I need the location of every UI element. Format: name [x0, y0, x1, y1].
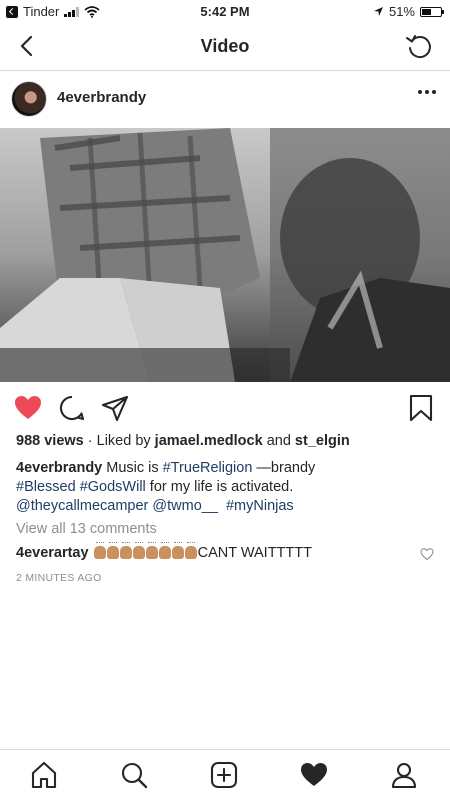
- post-header: 4everbrandy: [0, 72, 450, 128]
- nav-header: Video: [0, 24, 450, 71]
- post-caption: 4everbrandy Music is #TrueReligion —bran…: [16, 459, 434, 516]
- bottom-tab-bar: [0, 749, 450, 800]
- and-text: and: [262, 433, 295, 449]
- bookmark-icon[interactable]: [406, 393, 436, 423]
- caption-space: [218, 498, 226, 514]
- view-all-comments-link[interactable]: View all 13 comments: [16, 521, 157, 537]
- view-count[interactable]: 988 views: [16, 433, 84, 449]
- refresh-icon[interactable]: [404, 32, 434, 62]
- paper-plane-icon[interactable]: [100, 393, 130, 423]
- video-frame: [0, 128, 450, 382]
- mention[interactable]: @theycallmecamper: [16, 498, 148, 514]
- raised-hands-emoji: [119, 542, 132, 559]
- raised-hands-emoji: [132, 542, 145, 559]
- more-options-icon[interactable]: [418, 90, 436, 94]
- battery-icon: [420, 6, 444, 17]
- status-bar: Tinder 5:42 PM 51%: [0, 0, 450, 24]
- caption-text: Music is: [102, 460, 163, 476]
- comment-row: 4everartay CANT WAITTTTT: [16, 542, 312, 561]
- hashtag[interactable]: #Blessed: [16, 479, 76, 495]
- hashtag[interactable]: #TrueReligion: [163, 460, 253, 476]
- add-post-icon[interactable]: [209, 760, 239, 790]
- comment-text: CANT WAITTTTT: [197, 545, 312, 561]
- status-right: 51%: [373, 4, 444, 19]
- mention[interactable]: @twmo__: [152, 498, 218, 514]
- avatar[interactable]: [11, 81, 47, 117]
- heart-filled-icon[interactable]: [299, 760, 329, 790]
- comment-username[interactable]: 4everartay: [16, 545, 89, 561]
- location-icon: [373, 7, 383, 16]
- search-icon[interactable]: [119, 760, 149, 790]
- raised-hands-emoji: [171, 542, 184, 559]
- raised-hands-emoji-group: [93, 542, 197, 559]
- battery-percent: 51%: [388, 4, 415, 19]
- separator: ·: [83, 433, 97, 449]
- post-timestamp: 2 MINUTES AGO: [16, 572, 102, 584]
- heart-filled-icon[interactable]: [13, 393, 43, 423]
- post-actions: [0, 390, 450, 426]
- raised-hands-emoji: [158, 542, 171, 559]
- raised-hands-emoji: [106, 542, 119, 559]
- liked-by-prefix: Liked by: [96, 433, 155, 449]
- hashtag[interactable]: #myNinjas: [226, 498, 294, 514]
- home-icon[interactable]: [29, 760, 59, 790]
- post-username[interactable]: 4everbrandy: [57, 89, 146, 106]
- comment-icon[interactable]: [57, 393, 87, 423]
- caption-text: for my life is activated.: [145, 479, 294, 495]
- post-video[interactable]: [0, 128, 450, 382]
- page-title: Video: [200, 36, 250, 56]
- liker-username[interactable]: st_elgin: [295, 433, 350, 449]
- hashtag[interactable]: #GodsWill: [80, 479, 146, 495]
- caption-text: —brandy: [252, 460, 316, 476]
- raised-hands-emoji: [184, 542, 197, 559]
- raised-hands-emoji: [93, 542, 106, 559]
- likes-line: 988 views · Liked by jamael.medlock and …: [16, 433, 350, 449]
- heart-outline-icon[interactable]: [420, 547, 434, 561]
- liker-username[interactable]: jamael.medlock: [155, 433, 263, 449]
- profile-icon[interactable]: [389, 760, 419, 790]
- caption-username[interactable]: 4everbrandy: [16, 460, 102, 476]
- raised-hands-emoji: [145, 542, 158, 559]
